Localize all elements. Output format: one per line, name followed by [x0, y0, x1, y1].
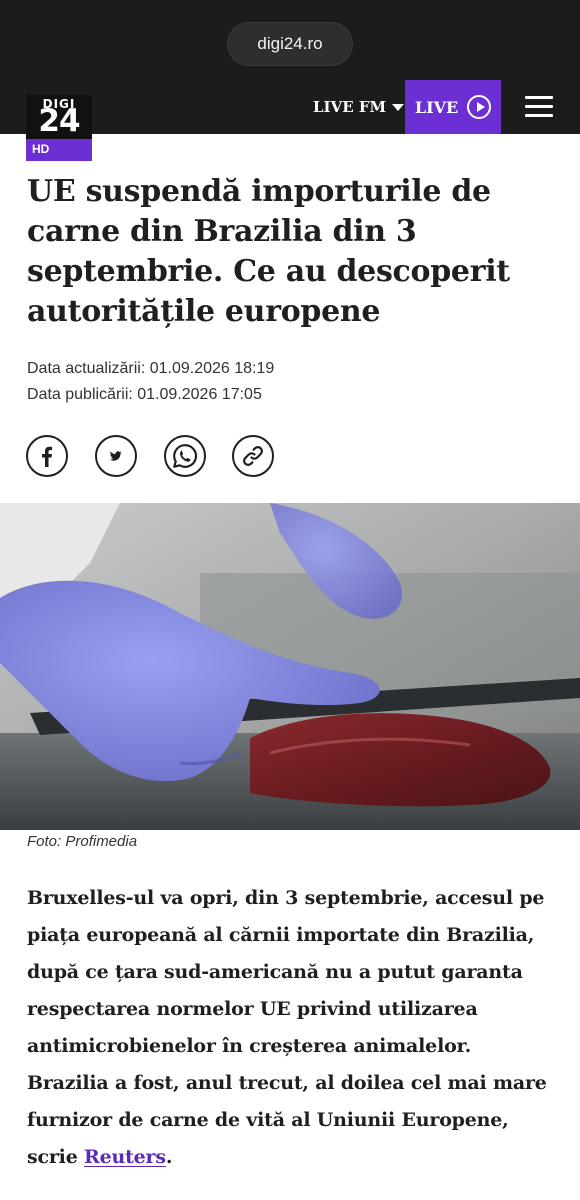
meat-cutting-image — [0, 503, 580, 830]
chevron-down-icon — [392, 103, 405, 111]
lead-end: . — [165, 1146, 173, 1168]
share-twitter-button[interactable] — [95, 435, 137, 477]
share-facebook-button[interactable] — [26, 435, 68, 477]
site-header: DIGI 24 HD LIVE FM LIVE — [0, 80, 580, 161]
play-icon — [467, 95, 492, 119]
date-published: Data publicării: 01.09.2026 17:05 — [27, 386, 262, 403]
whatsapp-icon — [173, 444, 198, 468]
twitter-icon — [110, 451, 122, 461]
logo-text-24: 24 — [38, 103, 80, 139]
hamburger-menu-icon[interactable] — [525, 96, 553, 118]
live-label: LIVE — [414, 97, 459, 117]
reuters-link[interactable]: Reuters — [84, 1146, 166, 1168]
copy-link-button[interactable] — [232, 435, 274, 477]
url-bar[interactable]: digi24.ro — [227, 22, 353, 66]
live-fm-label: LIVE FM — [313, 98, 387, 116]
article-photo — [0, 503, 580, 830]
digi24-logo[interactable]: DIGI 24 HD — [26, 95, 92, 161]
logo-badge-hd: HD — [32, 142, 50, 156]
article-title: UE suspendă importurile de carne din Bra… — [27, 174, 510, 329]
facebook-icon — [42, 446, 52, 467]
live-button[interactable]: LIVE — [405, 80, 501, 134]
share-whatsapp-button[interactable] — [164, 435, 206, 477]
photo-caption: Foto: Profimedia — [27, 833, 138, 850]
browser-bar: digi24.ro — [0, 0, 580, 80]
date-updated: Data actualizării: 01.09.2026 18:19 — [27, 360, 275, 377]
live-fm-dropdown[interactable]: LIVE FM — [313, 95, 405, 119]
lead-text: Bruxelles-ul va opri, din 3 septembrie, … — [27, 887, 547, 1168]
link-icon — [243, 446, 263, 466]
article-lead: Bruxelles-ul va opri, din 3 septembrie, … — [27, 880, 547, 1176]
